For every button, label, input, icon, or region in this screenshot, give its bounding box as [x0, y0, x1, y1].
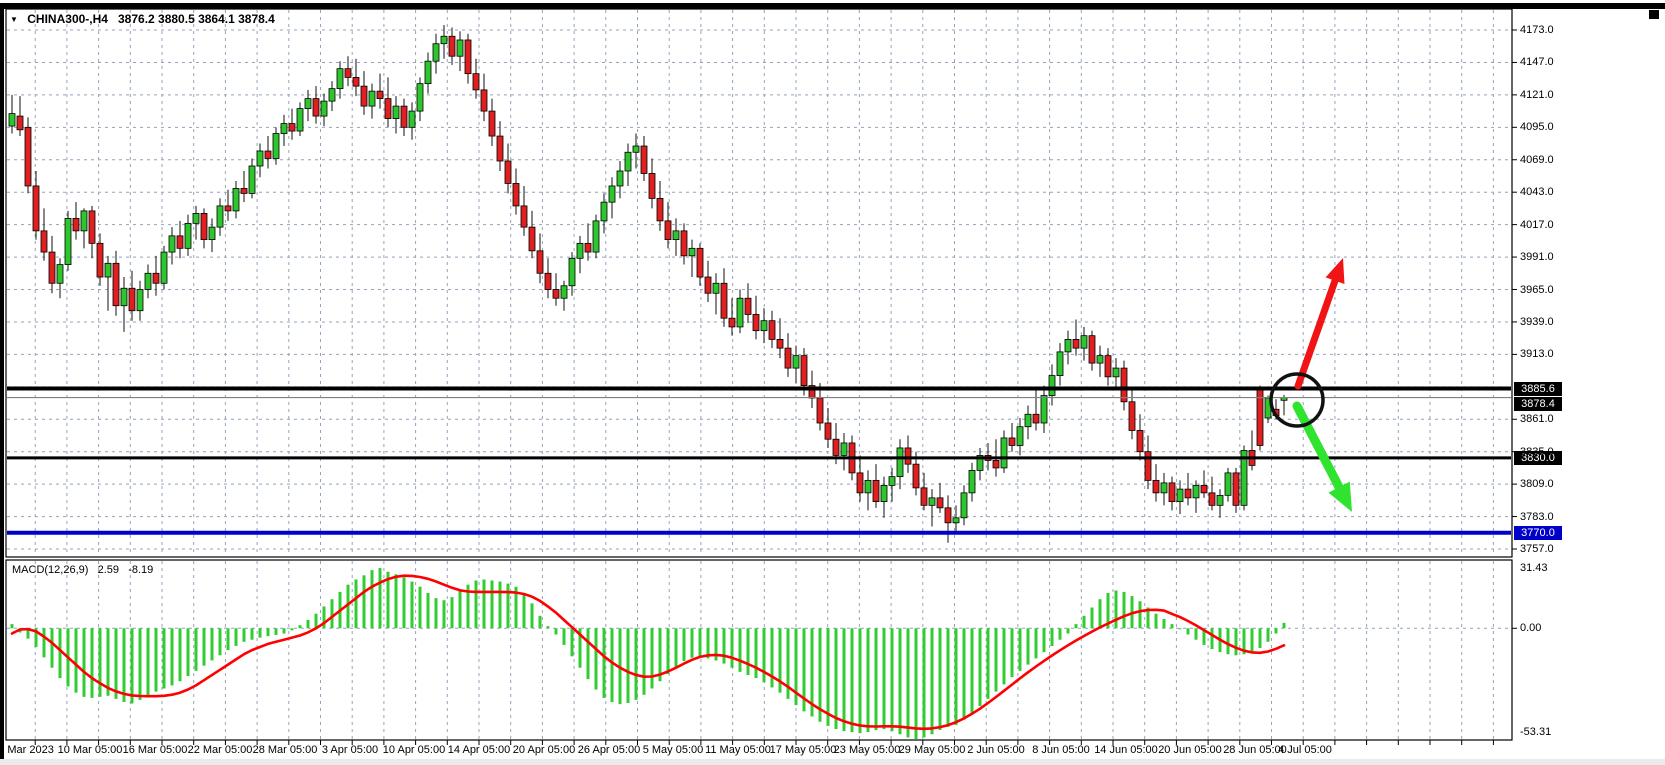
chart-title: ▼ CHINA300-,H4 3876.2 3880.5 3864.1 3878… [10, 12, 275, 26]
price-tick-label: 4095.0 [1520, 121, 1554, 134]
chart-window: ▼ CHINA300-,H4 3876.2 3880.5 3864.1 3878… [0, 0, 1665, 765]
price-tick-label: 3991.0 [1520, 251, 1554, 264]
price-tick-label: 3757.0 [1520, 543, 1554, 556]
price-tick-label: 4147.0 [1520, 56, 1554, 69]
price-tick-label: 4121.0 [1520, 89, 1554, 102]
macd-zero-label: 0.00 [1520, 622, 1541, 635]
chart-shift-marker[interactable] [1649, 10, 1659, 19]
window-bottom-strip [0, 759, 1665, 765]
price-tick-label: 4017.0 [1520, 219, 1554, 232]
price-tick-label: 3783.0 [1520, 511, 1554, 524]
price-tick-label: 4043.0 [1520, 186, 1554, 199]
macd-min-label: -53.31 [1520, 726, 1551, 739]
price-tick-label: 3809.0 [1520, 478, 1554, 491]
macd-name: MACD(12,26,9) [12, 564, 88, 576]
price-line-badge: 3885.6 [1514, 382, 1562, 396]
price-tick-label: 3913.0 [1520, 348, 1554, 361]
price-tick-label: 3939.0 [1520, 316, 1554, 329]
ohlc-values-label: 3876.2 3880.5 3864.1 3878.4 [118, 12, 275, 26]
time-axis-label: 4 Jul 05:00 [1260, 744, 1350, 757]
price-tick-label: 4173.0 [1520, 24, 1554, 37]
symbol-period-label: CHINA300-,H4 [27, 12, 108, 26]
price-tick-label: 3861.0 [1520, 413, 1554, 426]
macd-signal-value: -8.19 [128, 564, 153, 576]
price-line-badge: 3878.4 [1514, 397, 1562, 411]
price-line-badge: 3770.0 [1514, 526, 1562, 540]
collapse-arrow-icon[interactable]: ▼ [10, 15, 18, 24]
macd-main-value: 2.59 [98, 564, 119, 576]
price-tick-label: 4069.0 [1520, 154, 1554, 167]
price-tick-label: 3835.0 [1520, 446, 1554, 459]
chart-canvas[interactable] [0, 0, 1665, 765]
price-tick-label: 3965.0 [1520, 284, 1554, 297]
macd-max-label: 31.43 [1520, 562, 1548, 575]
macd-indicator-label: MACD(12,26,9) 2.59 -8.19 [12, 564, 153, 576]
